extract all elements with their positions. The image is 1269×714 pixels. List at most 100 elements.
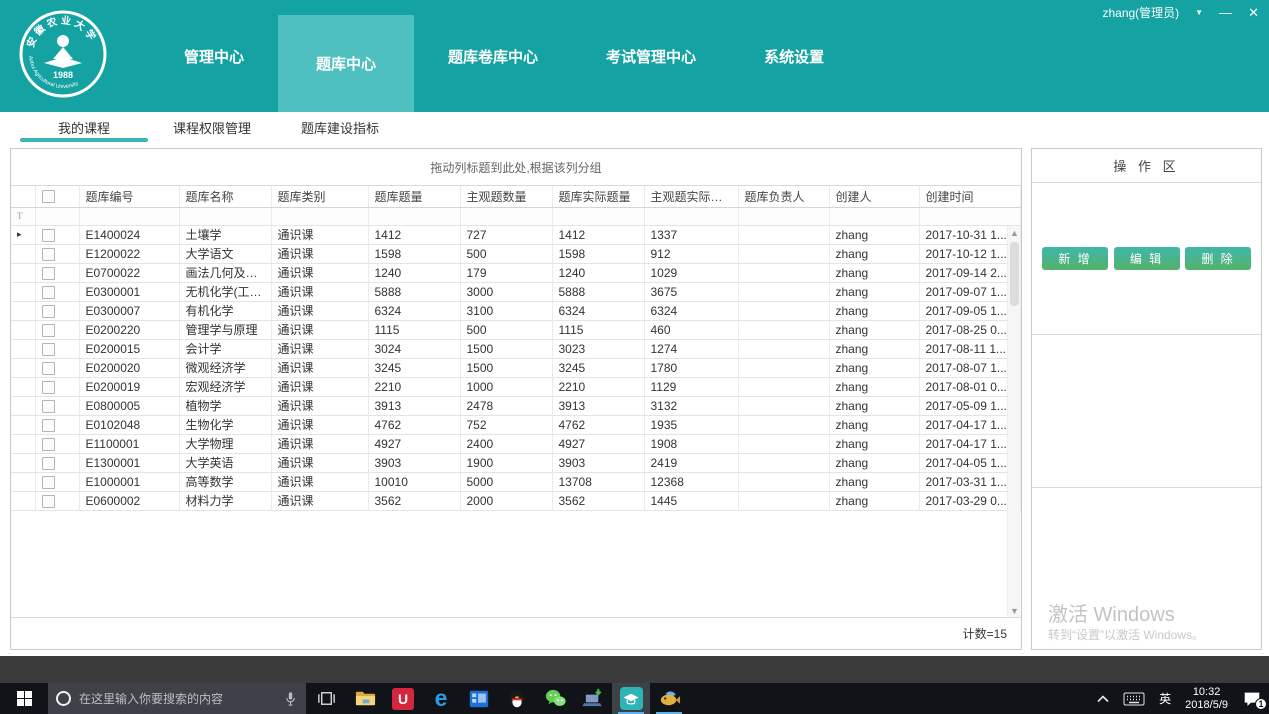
col-header[interactable]: 创建时间	[919, 186, 1021, 207]
row-checkbox[interactable]	[42, 419, 55, 432]
scroll-down-icon[interactable]: ▼	[1008, 604, 1021, 618]
microphone-icon[interactable]	[283, 691, 298, 706]
row-checkbox[interactable]	[42, 362, 55, 375]
scroll-up-icon[interactable]: ▲	[1008, 226, 1021, 240]
red-u-app-button[interactable]: U	[384, 683, 422, 714]
filter-cell[interactable]	[179, 207, 271, 225]
row-checkbox[interactable]	[42, 438, 55, 451]
nav-item-paper-bank-center[interactable]: 题库卷库中心	[414, 0, 572, 112]
col-header[interactable]: 题库实际题量	[552, 186, 644, 207]
subtab-my-courses[interactable]: 我的课程	[20, 112, 148, 142]
filter-cell[interactable]	[829, 207, 919, 225]
table-cell: E1100001	[79, 434, 179, 453]
nav-item-manage-center[interactable]: 管理中心	[150, 0, 278, 112]
table-row[interactable]: E0200020微观经济学通识课3245150032451780zhang201…	[11, 358, 1021, 377]
table-row[interactable]: E0200220管理学与原理通识课11155001115460zhang2017…	[11, 320, 1021, 339]
col-header[interactable]: 题库负责人	[738, 186, 829, 207]
row-checkbox[interactable]	[42, 476, 55, 489]
search-input[interactable]	[79, 692, 275, 706]
row-checkbox[interactable]	[42, 229, 55, 242]
scrollbar-thumb[interactable]	[1010, 242, 1019, 306]
subtab-bank-build-metrics[interactable]: 题库建设指标	[276, 112, 404, 142]
group-by-bar[interactable]: 拖动列标题到此处,根据该列分组	[11, 149, 1021, 186]
filter-cell[interactable]	[552, 207, 644, 225]
row-checkbox-cell	[35, 339, 79, 358]
touch-keyboard-button[interactable]	[1116, 683, 1152, 714]
watermark-line1: 激活 Windows	[1048, 603, 1204, 627]
qq-button[interactable]	[498, 683, 536, 714]
add-button[interactable]: 新 增	[1042, 247, 1108, 270]
input-language-indicator[interactable]: 英	[1152, 683, 1178, 714]
row-checkbox[interactable]	[42, 286, 55, 299]
table-row[interactable]: E0700022画法几何及机...通识课124017912401029zhang…	[11, 263, 1021, 282]
exam-system-app-button[interactable]	[612, 683, 650, 714]
filter-cell[interactable]	[644, 207, 738, 225]
row-checkbox[interactable]	[42, 495, 55, 508]
taskbar-search[interactable]	[48, 683, 306, 714]
clock[interactable]: 10:32 2018/5/9	[1178, 683, 1235, 714]
table-row[interactable]: E0102048生物化学通识课476275247621935zhang2017-…	[11, 415, 1021, 434]
filter-cell[interactable]	[35, 207, 79, 225]
col-header[interactable]: 题库题量	[368, 186, 460, 207]
wechat-button[interactable]	[536, 683, 574, 714]
table-row[interactable]: E0200019宏观经济学通识课2210100022101129zhang201…	[11, 377, 1021, 396]
table-row[interactable]: E0200015会计学通识课3024150030231274zhang2017-…	[11, 339, 1021, 358]
row-checkbox[interactable]	[42, 457, 55, 470]
nav-item-question-bank-center[interactable]: 题库中心	[278, 15, 414, 112]
start-button[interactable]	[0, 683, 48, 714]
driver-tool-button[interactable]	[574, 683, 612, 714]
row-checkbox[interactable]	[42, 324, 55, 337]
row-checkbox[interactable]	[42, 400, 55, 413]
close-button[interactable]: ✕	[1248, 6, 1259, 19]
nav-item-system-settings[interactable]: 系统设置	[730, 0, 858, 112]
vertical-scrollbar[interactable]: ▲ ▼	[1007, 226, 1020, 618]
col-header[interactable]: 题库名称	[179, 186, 271, 207]
table-row[interactable]: E0800005植物学通识课3913247839133132zhang2017-…	[11, 396, 1021, 415]
table-row[interactable]: E1000001高等数学通识课1001050001370812368zhang2…	[11, 472, 1021, 491]
col-header[interactable]: 题库编号	[79, 186, 179, 207]
filter-cell[interactable]	[79, 207, 179, 225]
table-cell: 3913	[368, 396, 460, 415]
table-row[interactable]: ▸E1400024土壤学通识课141272714121337zhang2017-…	[11, 225, 1021, 244]
row-checkbox[interactable]	[42, 343, 55, 356]
filter-cell[interactable]	[919, 207, 1021, 225]
filter-cell[interactable]	[368, 207, 460, 225]
filter-cell[interactable]	[460, 207, 552, 225]
minimize-button[interactable]: —	[1219, 6, 1232, 19]
feiq-app-button[interactable]	[650, 683, 688, 714]
table-cell: 1500	[460, 358, 552, 377]
table-row[interactable]: E1100001大学物理通识课4927240049271908zhang2017…	[11, 434, 1021, 453]
tray-expand-button[interactable]	[1090, 683, 1116, 714]
action-center-button[interactable]: 1	[1235, 683, 1269, 714]
file-explorer-button[interactable]	[346, 683, 384, 714]
media-app-button[interactable]	[460, 683, 498, 714]
table-row[interactable]: E0300001无机化学(工科)通识课5888300058883675zhang…	[11, 282, 1021, 301]
col-header[interactable]: 主观题实际数量	[644, 186, 738, 207]
table-cell: E0200015	[79, 339, 179, 358]
table-cell: 2000	[460, 491, 552, 510]
row-checkbox[interactable]	[42, 305, 55, 318]
row-checkbox-cell	[35, 358, 79, 377]
table-row[interactable]: E0600002材料力学通识课3562200035621445zhang2017…	[11, 491, 1021, 510]
qq-penguin-icon	[506, 688, 528, 710]
task-view-button[interactable]	[306, 683, 346, 714]
table-row[interactable]: E1200022大学语文通识课15985001598912zhang2017-1…	[11, 244, 1021, 263]
user-menu[interactable]: zhang(管理员)	[1102, 4, 1179, 21]
col-header[interactable]: 主观题数量	[460, 186, 552, 207]
table-row[interactable]: E1300001大学英语通识课3903190039032419zhang2017…	[11, 453, 1021, 472]
select-all-checkbox[interactable]	[42, 190, 55, 203]
delete-button[interactable]: 删 除	[1185, 247, 1251, 270]
table-row[interactable]: E0300007有机化学通识课6324310063246324zhang2017…	[11, 301, 1021, 320]
filter-cell[interactable]	[271, 207, 368, 225]
filter-cell[interactable]	[738, 207, 829, 225]
col-header[interactable]: 创建人	[829, 186, 919, 207]
nav-item-exam-manage-center[interactable]: 考试管理中心	[572, 0, 730, 112]
edit-button[interactable]: 编 辑	[1114, 247, 1180, 270]
user-menu-caret-icon[interactable]: ▼	[1195, 8, 1203, 17]
subtab-course-permissions[interactable]: 课程权限管理	[148, 112, 276, 142]
edge-browser-button[interactable]: e	[422, 683, 460, 714]
row-checkbox[interactable]	[42, 381, 55, 394]
row-checkbox[interactable]	[42, 267, 55, 280]
row-checkbox[interactable]	[42, 248, 55, 261]
col-header[interactable]: 题库类别	[271, 186, 368, 207]
